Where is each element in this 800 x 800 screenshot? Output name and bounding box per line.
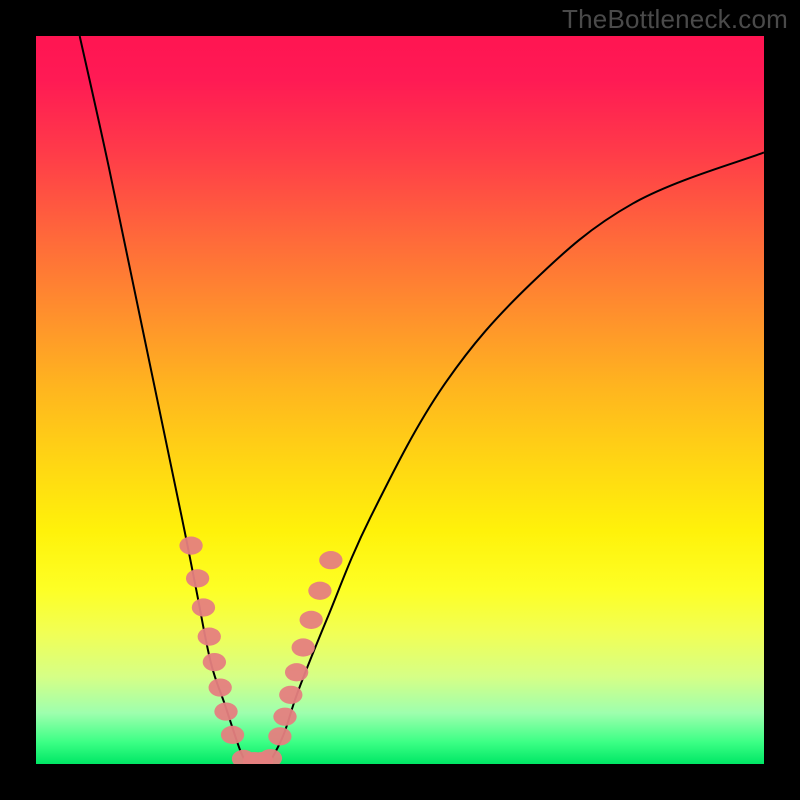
chart-svg	[36, 36, 764, 764]
right-curve	[269, 152, 764, 764]
marker-left	[192, 598, 215, 616]
marker-right	[300, 611, 323, 629]
left-curve	[80, 36, 247, 764]
marker-right	[319, 551, 342, 569]
watermark-text: TheBottleneck.com	[562, 4, 788, 35]
plot-area	[36, 36, 764, 764]
curve-group	[80, 36, 764, 764]
marker-left	[203, 653, 226, 671]
marker-left	[209, 678, 232, 696]
marker-right	[285, 663, 308, 681]
marker-left	[179, 537, 202, 555]
marker-left	[186, 569, 209, 587]
marker-right	[308, 582, 331, 600]
marker-right	[279, 686, 302, 704]
markers-group	[179, 537, 342, 765]
marker-left	[221, 726, 244, 744]
marker-right	[268, 727, 291, 745]
marker-right	[292, 638, 315, 656]
marker-bottom	[259, 749, 282, 764]
marker-left	[198, 628, 221, 646]
marker-left	[214, 702, 237, 720]
marker-right	[273, 708, 296, 726]
chart-frame: TheBottleneck.com	[0, 0, 800, 800]
